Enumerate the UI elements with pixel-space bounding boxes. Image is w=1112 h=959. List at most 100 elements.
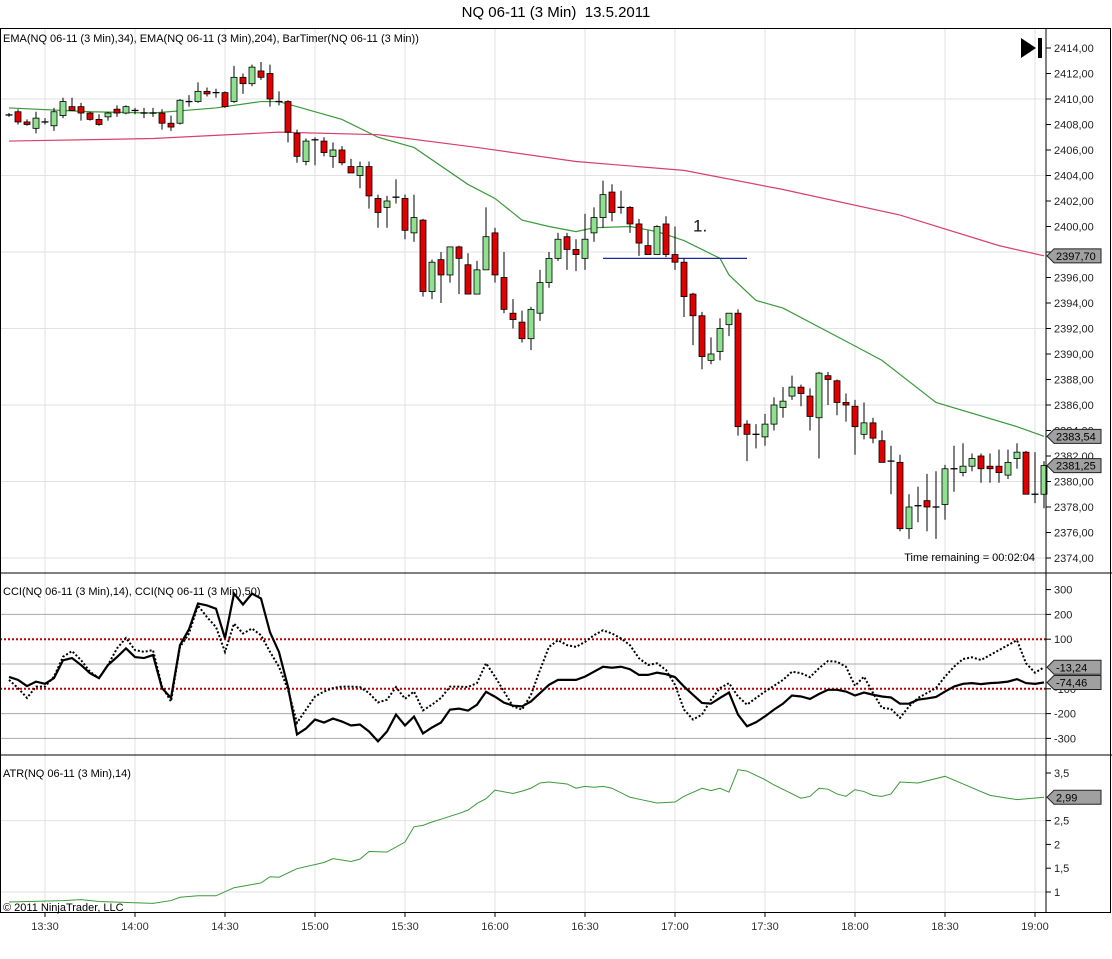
candle-down xyxy=(878,440,886,463)
atr-panel-legend: ATR(NQ 06-11 (3 Min),14) xyxy=(3,768,131,780)
candle-up xyxy=(770,404,778,425)
price-value-tag-label: 2381,25 xyxy=(1056,461,1096,473)
price-tick-label: 2392,00 xyxy=(1054,324,1094,336)
candle-down xyxy=(833,380,841,403)
atr-tick-label: 1 xyxy=(1054,887,1060,899)
chart-canvas[interactable]: 13:30 14:00 14:30 15:00 15:30 16:00 16:30 17:00… xyxy=(0,0,1112,959)
atr-tick-label: 3,5 xyxy=(1054,768,1069,780)
candle-down xyxy=(266,73,274,100)
candle-down xyxy=(347,166,355,174)
candle-down xyxy=(464,264,472,295)
candle-up xyxy=(1004,461,1012,476)
candle-up xyxy=(779,400,787,408)
copyright-text: © 2011 NinjaTrader, LLC xyxy=(3,902,124,914)
candle-up xyxy=(761,423,769,438)
candle-up xyxy=(176,99,184,124)
atr-line xyxy=(8,769,1045,904)
candle-up xyxy=(653,226,661,255)
candle-down xyxy=(977,455,985,470)
candle-up xyxy=(329,149,337,157)
candle-down xyxy=(671,254,679,263)
price-panel-legend: EMA(NQ 06-11 (3 Min),34), EMA(NQ 06-11 (… xyxy=(3,33,419,45)
candle-down xyxy=(320,140,328,153)
candle-down xyxy=(284,101,292,133)
candle-up xyxy=(599,194,607,218)
candle-up xyxy=(545,257,553,284)
candle-down xyxy=(95,119,103,125)
candle-down xyxy=(923,500,931,508)
candle-up xyxy=(50,111,58,127)
annotation-label: 1. xyxy=(693,217,707,236)
candle-up xyxy=(941,468,949,505)
candle-up xyxy=(590,217,598,234)
price-tick-label: 2378,00 xyxy=(1054,502,1094,514)
price-tick-label: 2386,00 xyxy=(1054,400,1094,412)
candle-down xyxy=(221,92,229,108)
atr-tick-label: 2 xyxy=(1054,839,1060,851)
ema-line-204 xyxy=(8,131,1045,257)
price-tick-label: 2376,00 xyxy=(1054,528,1094,540)
candle-up xyxy=(59,101,67,116)
candle-down xyxy=(797,386,805,394)
candle-up xyxy=(473,269,481,295)
cci-tick-label: 200 xyxy=(1054,609,1072,621)
candle-up xyxy=(860,422,868,435)
price-value-tag-label: 2397,70 xyxy=(1056,251,1096,263)
candle-up xyxy=(968,458,976,467)
end-bar-icon[interactable] xyxy=(1038,38,1042,58)
price-tick-label: 2374,00 xyxy=(1054,553,1094,565)
candle-down xyxy=(518,321,526,340)
candle-down xyxy=(734,312,742,428)
candle-down xyxy=(293,133,301,157)
time-tick-label: 13:30 xyxy=(31,921,59,933)
price-tick-label: 2380,00 xyxy=(1054,477,1094,489)
candle-up xyxy=(581,238,589,259)
candle-down xyxy=(572,249,580,255)
price-tick-label: 2410,00 xyxy=(1054,94,1094,106)
candle-down xyxy=(608,191,616,213)
play-to-end-icon[interactable] xyxy=(1021,38,1036,58)
candle-up xyxy=(725,312,733,326)
candle-down xyxy=(77,106,85,114)
candle-down xyxy=(374,198,382,213)
price-tick-label: 2402,00 xyxy=(1054,196,1094,208)
candle-down xyxy=(239,76,247,85)
candle-down xyxy=(158,112,166,124)
cci-tick-label: 100 xyxy=(1054,634,1072,646)
price-tick-label: 2388,00 xyxy=(1054,375,1094,387)
candle-up xyxy=(707,353,715,361)
candle-down xyxy=(23,121,31,125)
time-tick-label: 15:30 xyxy=(391,921,419,933)
price-tick-label: 2404,00 xyxy=(1054,171,1094,183)
time-tick-label: 14:00 xyxy=(121,921,149,933)
candle-down xyxy=(680,261,688,298)
candle-up xyxy=(194,90,202,102)
candle-down xyxy=(743,423,751,435)
candle-down xyxy=(68,106,76,111)
candle-down xyxy=(491,232,499,276)
candle-up xyxy=(716,328,724,352)
candle-down xyxy=(995,465,1003,473)
candle-up xyxy=(446,246,454,276)
candle-up xyxy=(788,386,796,397)
candle-down xyxy=(635,223,643,244)
atr-value-tag-label: 2,99 xyxy=(1056,792,1077,804)
cci-tick-label: -300 xyxy=(1054,733,1076,745)
time-tick-label: 15:00 xyxy=(301,921,329,933)
cci-panel-legend: CCI(NQ 06-11 (3 Min),14), CCI(NQ 06-11 (… xyxy=(3,586,261,598)
price-value-tag-label: 2383,54 xyxy=(1056,431,1096,443)
time-tick-label: 17:30 xyxy=(751,921,779,933)
candle-down xyxy=(437,259,445,276)
candle-up xyxy=(527,308,535,340)
candle-up xyxy=(32,117,40,129)
price-tick-label: 2406,00 xyxy=(1054,145,1094,157)
candle-up xyxy=(356,166,364,176)
candle-up xyxy=(428,261,436,292)
bar-timer-text: Time remaining = 00:02:04 xyxy=(904,552,1035,564)
candle-down xyxy=(644,245,652,255)
cci-value-tag-label: -13,24 xyxy=(1056,662,1087,674)
candle-down xyxy=(167,122,175,128)
price-tick-label: 2400,00 xyxy=(1054,222,1094,234)
cci-value-tag-label: -74,46 xyxy=(1056,677,1087,689)
candle-up xyxy=(248,66,256,85)
